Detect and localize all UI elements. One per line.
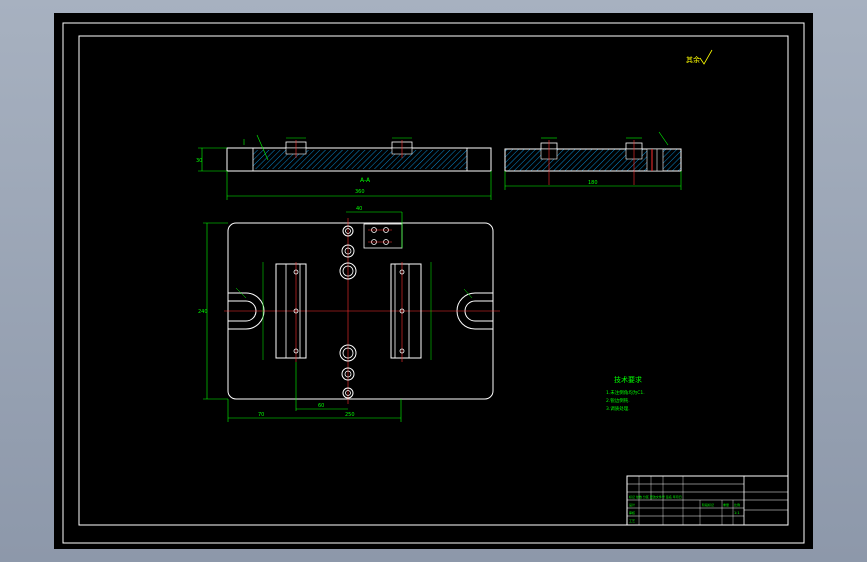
dim-left-offset: 70 — [258, 412, 264, 418]
pin-hole-group — [363, 223, 403, 249]
side-section-view[interactable]: 180 — [504, 131, 682, 190]
dim-thickness: 30 — [196, 158, 202, 164]
surface-roughness-note: 其余 — [686, 49, 713, 65]
front-section-view[interactable]: 30 360 A-A — [196, 134, 492, 200]
dim-width: 240 — [198, 309, 208, 315]
tech-req-line-2: 2.锐边倒钝. — [606, 397, 630, 404]
section-label: A-A — [360, 177, 371, 184]
title-block-process: 工艺 — [629, 518, 635, 523]
plan-view[interactable]: 240 70 250 60 40 — [198, 206, 500, 422]
tech-req-line-1: 1.未注倒角均为C1. — [606, 389, 645, 396]
title-block[interactable]: 标记 处数 分区 更改文件号 签名 年月日 设计 审核 工艺 阶段标记 重量 比… — [626, 475, 789, 526]
dim-hole-offset: 60 — [318, 403, 324, 409]
tech-req-line-3: 3.调质处理. — [606, 405, 630, 412]
outer-border — [62, 22, 805, 544]
title-block-design: 设计 — [629, 502, 635, 507]
drawing-sheet: 其余 30 360 A-A 180 240 70 250 60 40 技术要求 … — [62, 22, 805, 544]
roughness-text: 其余 — [686, 55, 700, 64]
title-block-stage-mark: 阶段标记 — [702, 502, 714, 507]
dim-side-length: 180 — [588, 180, 598, 186]
tech-req-title: 技术要求 — [614, 375, 642, 384]
inner-border — [78, 35, 789, 526]
dim-top-length: 360 — [355, 189, 365, 195]
title-block-review: 审核 — [629, 510, 635, 515]
front-hatch — [253, 150, 467, 169]
technical-requirements: 技术要求 1.未注倒角均为C1. 2.锐边倒钝. 3.调质处理. — [606, 375, 645, 412]
title-block-header-row: 标记 处数 分区 更改文件号 签名 年月日 — [629, 494, 682, 499]
title-block-scale-value: 1:1 — [734, 511, 740, 515]
roughness-symbol-icon — [699, 49, 713, 65]
title-block-scale-label: 比例 — [734, 502, 740, 507]
title-block-weight: 重量 — [723, 502, 729, 507]
dim-base-length: 250 — [345, 412, 355, 418]
cad-viewport[interactable]: 其余 30 360 A-A 180 240 70 250 60 40 技术要求 … — [0, 0, 867, 562]
dim-hole-pitch: 40 — [356, 206, 362, 212]
